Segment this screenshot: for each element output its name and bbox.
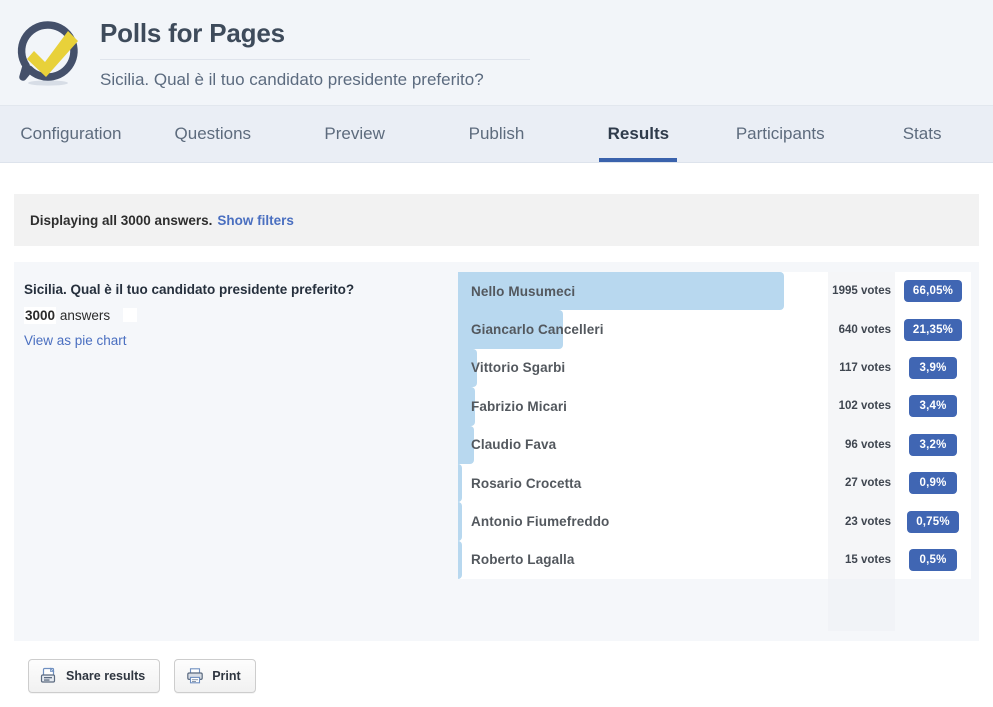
results-panel: Sicilia. Qual è il tuo candidato preside… [14,262,979,642]
table-row[interactable]: Roberto Lagalla 15 votes 0,5% [458,540,971,580]
chart-bottom-spacer [458,579,971,610]
speech-bubble-checkmark-logo-icon [17,20,78,86]
bar-fill [458,463,463,503]
votes-label: 117 votes [828,348,895,388]
percent-cell: 3,4% [895,387,971,426]
percent-badge: 66,05% [903,280,963,303]
table-row[interactable]: Nello Musumeci 1995 votes 66,05% [458,272,971,311]
option-label: Nello Musumeci [471,283,576,299]
share-results-button[interactable]: Share results [28,659,161,694]
main-nav-tabs: Configuration Questions Preview Publish … [0,106,993,163]
filter-bar: Displaying all 3000 answers. Show filter… [14,194,979,246]
percent-cell: 66,05% [895,272,971,311]
bar-cell: Giancarlo Cancelleri [458,310,828,349]
votes-column-tail [828,608,895,632]
answers-count-value: 3000 [24,307,57,325]
app-header: Polls for Pages Sicilia. Qual è il tuo c… [0,0,993,106]
option-label: Fabrizio Micari [471,398,568,414]
votes-label: 102 votes [828,387,895,426]
share-document-icon [40,667,56,683]
table-row[interactable]: Giancarlo Cancelleri 640 votes 21,35% [458,310,971,349]
option-label: Rosario Crocetta [471,475,582,491]
answers-count-line: 3000 answers [24,307,458,325]
header-text-block: Polls for Pages Sicilia. Qual è il tuo c… [100,15,993,90]
option-label: Claudio Fava [471,437,557,453]
percent-badge: 3,9% [909,356,957,379]
percent-badge: 3,4% [909,395,957,418]
bar-cell: Antonio Fiumefreddo [458,502,828,541]
bar-cell: Nello Musumeci [458,272,828,311]
tab-publish[interactable]: Publish [426,106,568,162]
displaying-answers-text: Displaying all 3000 answers. [30,212,213,228]
page-subtitle: Sicilia. Qual è il tuo candidato preside… [100,69,484,89]
print-label: Print [212,669,241,684]
percent-cell: 0,5% [895,540,971,580]
percent-cell: 3,2% [895,425,971,464]
percent-badge: 0,5% [909,548,957,571]
votes-label: 1995 votes [828,272,895,311]
votes-label: 27 votes [828,463,895,503]
answers-count-label: answers [59,308,111,324]
tab-configuration[interactable]: Configuration [0,106,142,162]
table-row[interactable]: Claudio Fava 96 votes 3,2% [458,425,971,464]
question-info: Sicilia. Qual è il tuo candidato preside… [14,272,458,609]
footer-actions: Share results Print [14,641,979,694]
bar-cell: Claudio Fava [458,425,828,464]
bar-cell: Rosario Crocetta [458,463,828,503]
tab-preview[interactable]: Preview [284,106,426,162]
page-body: Displaying all 3000 answers. Show filter… [0,194,993,694]
option-label: Vittorio Sgarbi [471,360,566,376]
percent-cell-spacer [895,579,971,610]
percent-badge: 21,35% [903,318,963,341]
votes-label: 96 votes [828,425,895,464]
bar-cell: Roberto Lagalla [458,540,828,580]
option-label: Antonio Fiumefreddo [471,514,610,530]
percent-badge: 0,9% [909,472,957,495]
printer-icon [187,668,204,684]
answers-count-spacer [122,308,137,323]
option-label: Giancarlo Cancelleri [471,322,604,338]
share-results-label: Share results [66,669,146,684]
show-filters-link[interactable]: Show filters [217,213,294,228]
tab-results[interactable]: Results [567,106,709,162]
percent-cell: 21,35% [895,310,971,349]
app-logo [10,15,86,91]
view-as-pie-chart-link[interactable]: View as pie chart [24,333,458,348]
table-row[interactable]: Rosario Crocetta 27 votes 0,9% [458,463,971,503]
question-text: Sicilia. Qual è il tuo candidato preside… [24,282,355,297]
table-row[interactable]: Antonio Fiumefreddo 23 votes 0,75% [458,502,971,541]
votes-label: 640 votes [828,310,895,349]
votes-cell-spacer [828,579,895,610]
results-bar-chart: Nello Musumeci 1995 votes 66,05% Giancar… [458,272,979,632]
print-button[interactable]: Print [174,659,256,694]
bar-fill [458,540,462,580]
tab-participants[interactable]: Participants [709,106,851,162]
table-row[interactable]: Vittorio Sgarbi 117 votes 3,9% [458,348,971,388]
tab-questions[interactable]: Questions [142,106,284,162]
percent-badge: 3,2% [909,433,957,456]
page-title: Polls for Pages [100,18,530,60]
percent-cell: 3,9% [895,348,971,388]
bar-fill [458,502,462,541]
votes-label: 23 votes [828,502,895,541]
bar-cell: Fabrizio Micari [458,387,828,426]
votes-label: 15 votes [828,540,895,580]
bar-cell: Vittorio Sgarbi [458,348,828,388]
percent-cell: 0,75% [895,502,971,541]
option-label: Roberto Lagalla [471,552,575,568]
table-row[interactable]: Fabrizio Micari 102 votes 3,4% [458,387,971,426]
percent-badge: 0,75% [907,510,959,533]
bar-cell-spacer [458,579,828,610]
tab-stats[interactable]: Stats [851,106,993,162]
percent-cell: 0,9% [895,463,971,503]
